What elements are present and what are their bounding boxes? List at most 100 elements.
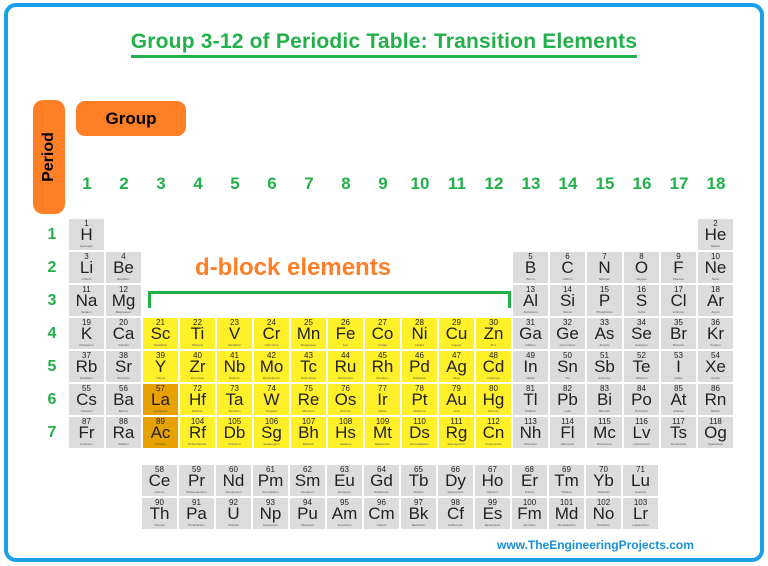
element-symbol: Nh bbox=[519, 423, 542, 442]
element-symbol: Mg bbox=[111, 291, 136, 310]
element-name: Titanium bbox=[191, 343, 204, 347]
element-symbol: As bbox=[594, 324, 615, 343]
element-cell: 12 Mg Magnesium bbox=[106, 285, 141, 316]
element-cell: 23 V Vanadium bbox=[217, 318, 252, 349]
element-symbol: Hg bbox=[482, 390, 505, 409]
element-cell: 58 Ce Cerium bbox=[142, 465, 177, 496]
element-cell: 84 Po Polonium bbox=[624, 384, 659, 415]
group-number: 4 bbox=[193, 174, 203, 193]
element-cell: 9 F Fluorine bbox=[661, 252, 696, 283]
element-symbol: Ga bbox=[519, 324, 542, 343]
element-name: Scandium bbox=[153, 343, 168, 347]
element-cell: 77 Ir Iridium bbox=[365, 384, 400, 415]
element-symbol: Sg bbox=[261, 423, 282, 442]
element-cell: 102 No Nobelium bbox=[586, 498, 621, 529]
element-symbol: Fl bbox=[560, 423, 575, 442]
element-symbol: Re bbox=[297, 390, 320, 409]
element-name: Technetium bbox=[300, 376, 317, 380]
element-cell: 89 Ac Actinium bbox=[143, 417, 178, 448]
element-name: Tellurium bbox=[635, 376, 648, 380]
element-cell: 78 Pt Platinum bbox=[402, 384, 437, 415]
element-name: Niobium bbox=[228, 376, 240, 380]
element-name: Palladium bbox=[412, 376, 427, 380]
element-cell: 52 Te Tellurium bbox=[624, 351, 659, 382]
element-name: Potassium bbox=[79, 343, 94, 347]
element-symbol: Ag bbox=[446, 357, 467, 376]
element-symbol: P bbox=[598, 291, 611, 310]
element-name: Nobelium bbox=[597, 523, 610, 527]
element-symbol: Tl bbox=[523, 390, 538, 409]
element-cell: 21 Sc Scandium bbox=[143, 318, 178, 349]
element-cell: 18 Ar Argon bbox=[698, 285, 733, 316]
element-cell: 59 Pr Praseodymium bbox=[179, 465, 214, 496]
element-cell: 15 P Phosphorus bbox=[587, 285, 622, 316]
element-cell: 86 Rn Radon bbox=[698, 384, 733, 415]
element-name: Radium bbox=[118, 442, 129, 446]
element-cell: 112 Cn Copernicium bbox=[476, 417, 511, 448]
element-cell: 91 Pa Protactinium bbox=[179, 498, 214, 529]
element-name: Chlorine bbox=[672, 310, 685, 314]
group-number: 9 bbox=[378, 174, 388, 193]
group-label-box: Group bbox=[76, 101, 186, 136]
element-cell: 40 Zr Zirconium bbox=[180, 351, 215, 382]
element-name: Beryllium bbox=[117, 277, 130, 281]
period-number: 2 bbox=[47, 259, 57, 276]
element-name: Selenium bbox=[635, 343, 648, 347]
element-name: Cerium bbox=[154, 490, 165, 494]
element-symbol: Fr bbox=[78, 423, 95, 442]
element-name: Nickel bbox=[415, 343, 424, 347]
element-symbol: Gd bbox=[370, 471, 393, 490]
element-name: Rutherfordium bbox=[187, 442, 207, 446]
element-name: Silicon bbox=[563, 310, 572, 314]
element-cell: 97 Bk Berkelium bbox=[401, 498, 436, 529]
element-name: Tungsten bbox=[265, 409, 278, 413]
element-name: Bismuth bbox=[599, 409, 610, 413]
element-symbol: Pr bbox=[188, 471, 205, 490]
element-name: Ytterbium bbox=[597, 490, 610, 494]
element-name: Rhenium bbox=[302, 409, 315, 413]
element-symbol: Cu bbox=[445, 324, 468, 343]
element-name: Nihonium bbox=[524, 442, 537, 446]
element-cell: 56 Ba Barium bbox=[106, 384, 141, 415]
element-cell: 39 Y Yttrium bbox=[143, 351, 178, 382]
element-symbol: Na bbox=[75, 291, 98, 310]
element-name: Seaborgium bbox=[263, 442, 280, 446]
element-cell: 7 N Nitrogen bbox=[587, 252, 622, 283]
element-symbol: Ac bbox=[150, 423, 171, 442]
element-name: Plutonium bbox=[300, 523, 315, 527]
element-name: Antimony bbox=[598, 376, 611, 380]
element-cell: 47 Ag Silver bbox=[439, 351, 474, 382]
element-symbol: Am bbox=[331, 504, 358, 523]
element-name: Strontium bbox=[117, 376, 130, 380]
element-symbol: Tb bbox=[408, 471, 429, 490]
element-name: Promethium bbox=[262, 490, 279, 494]
element-cell: 80 Hg Mercury bbox=[476, 384, 511, 415]
element-name: Samarium bbox=[300, 490, 315, 494]
element-name: Rhodium bbox=[376, 376, 389, 380]
element-name: Copernicium bbox=[485, 442, 502, 446]
page-title: Group 3-12 of Periodic Table: Transition… bbox=[0, 30, 768, 58]
element-symbol: Rh bbox=[371, 357, 394, 376]
element-symbol: Ts bbox=[670, 423, 687, 442]
element-cell: 10 Ne Neon bbox=[698, 252, 733, 283]
element-name: Thorium bbox=[153, 523, 165, 527]
element-symbol: Hs bbox=[335, 423, 356, 442]
element-cell: 108 Hs Hassium bbox=[328, 417, 363, 448]
element-symbol: Pb bbox=[557, 390, 578, 409]
element-symbol: Hf bbox=[189, 390, 206, 409]
element-symbol: Fe bbox=[335, 324, 356, 343]
element-symbol: At bbox=[670, 390, 687, 409]
element-symbol: Rg bbox=[445, 423, 468, 442]
element-symbol: Yb bbox=[593, 471, 614, 490]
element-cell: 105 Db Dubnium bbox=[217, 417, 252, 448]
title-text: Group 3-12 of Periodic Table: Transition… bbox=[130, 30, 638, 58]
element-name: Nitrogen bbox=[598, 277, 611, 281]
element-name: Iridium bbox=[377, 409, 387, 413]
element-symbol: Rf bbox=[189, 423, 206, 442]
element-symbol: V bbox=[228, 324, 241, 343]
element-name: Praseodymium bbox=[186, 490, 207, 494]
element-symbol: Np bbox=[259, 504, 282, 523]
element-name: Mercury bbox=[488, 409, 499, 413]
element-symbol: Pa bbox=[186, 504, 207, 523]
element-symbol: O bbox=[634, 258, 649, 277]
